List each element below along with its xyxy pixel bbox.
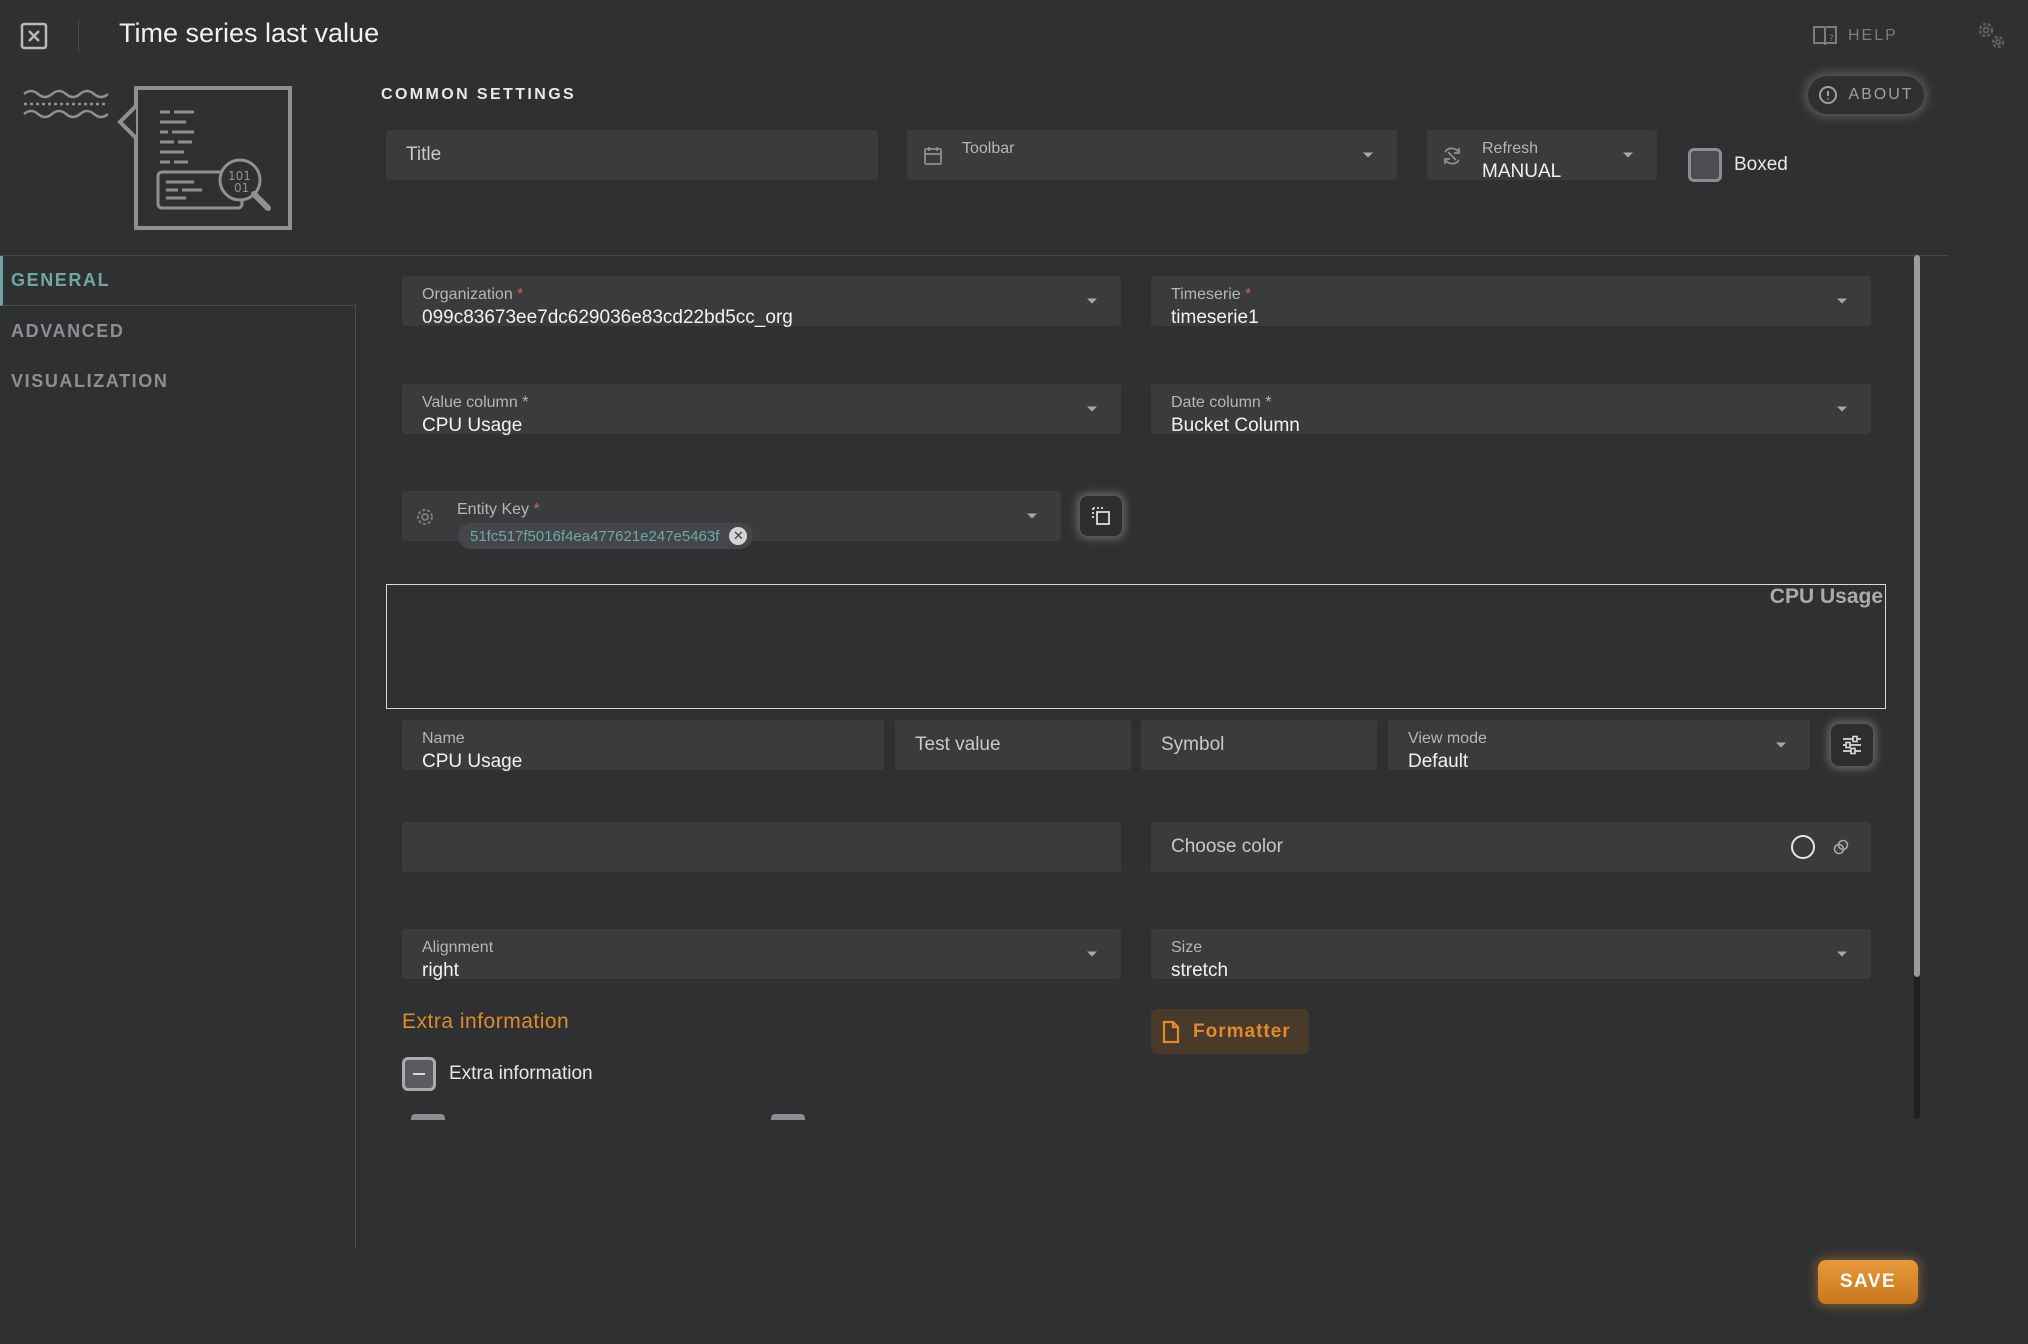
nav-item-label: GENERAL <box>11 270 111 290</box>
organization-value: 099c83673ee7dc629036e83cd22bd5cc_org <box>422 307 793 328</box>
title-placeholder: Title <box>406 144 442 165</box>
date-column-label: Date column * <box>1171 394 1272 411</box>
timeserie-value: timeserie1 <box>1171 307 1259 328</box>
color-picker-icon[interactable] <box>1833 839 1849 855</box>
calendar-icon <box>923 146 943 166</box>
view-mode-label: View mode <box>1408 730 1487 747</box>
file-icon <box>1161 1020 1181 1044</box>
chevron-down-icon <box>1837 951 1847 957</box>
book-help-icon: ? <box>1812 24 1838 48</box>
copy-entity-key-button[interactable] <box>1080 496 1122 536</box>
choose-color-field[interactable]: Choose color <box>1151 822 1871 872</box>
chevron-down-icon <box>1087 298 1097 304</box>
indeterminate-icon <box>413 1073 425 1075</box>
chevron-down-icon <box>1776 742 1786 748</box>
sliders-icon <box>1840 733 1864 757</box>
gears-icon[interactable] <box>1974 18 2008 52</box>
view-mode-value: Default <box>1408 751 1469 772</box>
copy-select-icon <box>1090 505 1112 527</box>
series-settings-button[interactable] <box>1831 724 1873 766</box>
save-button[interactable]: SAVE <box>1818 1260 1918 1304</box>
partial-checkbox[interactable] <box>411 1114 445 1120</box>
series-name-label: Name <box>422 730 465 747</box>
organization-select[interactable]: Organization * 099c83673ee7dc629036e83cd… <box>402 276 1121 328</box>
save-label: SAVE <box>1839 1271 1897 1292</box>
boxed-checkbox[interactable] <box>1688 148 1722 182</box>
nav-item-advanced[interactable]: ADVANCED <box>0 306 356 356</box>
about-button[interactable]: ABOUT <box>1808 76 1924 114</box>
chevron-down-icon <box>1087 951 1097 957</box>
view-mode-select[interactable]: View mode Default <box>1388 720 1810 772</box>
svg-text:?: ? <box>1829 34 1836 44</box>
extra-information-checkbox-label: Extra information <box>449 1063 593 1084</box>
series-name-value: CPU Usage <box>422 751 523 772</box>
help-label: HELP <box>1848 27 1898 44</box>
nav-item-label: VISUALIZATION <box>11 370 169 391</box>
help-button[interactable]: ? HELP <box>1812 22 1898 50</box>
header-divider <box>78 20 79 52</box>
refresh-value: MANUAL <box>1482 161 1562 182</box>
chevron-down-icon <box>1027 513 1037 519</box>
close-icon[interactable] <box>20 22 48 50</box>
svg-text:01: 01 <box>234 181 249 195</box>
empty-input[interactable] <box>402 822 1121 872</box>
timeserie-select[interactable]: Timeserie * timeserie1 <box>1151 276 1871 328</box>
chevron-down-icon <box>1837 406 1847 412</box>
partial-checkbox[interactable] <box>771 1114 805 1120</box>
value-column-value: CPU Usage <box>422 415 523 436</box>
organization-label: Organization * <box>422 286 524 303</box>
chevron-down-icon <box>1087 406 1097 412</box>
toolbar-label: Toolbar <box>962 140 1015 157</box>
timeserie-label: Timeserie * <box>1171 286 1252 303</box>
symbol-placeholder: Symbol <box>1161 734 1225 755</box>
about-label: ABOUT <box>1848 86 1914 103</box>
refresh-select[interactable]: Refresh MANUAL <box>1427 130 1657 182</box>
widget-illustration-icon: 101 01 <box>22 84 300 230</box>
title-input[interactable]: Title <box>386 130 878 180</box>
entity-key-chip-label: 51fc517f5016f4ea477621e247e5463f <box>470 527 720 545</box>
date-column-select[interactable]: Date column * Bucket Column <box>1151 384 1871 436</box>
nav-item-visualization[interactable]: VISUALIZATION <box>0 356 356 406</box>
extra-information-checkbox[interactable] <box>402 1057 436 1091</box>
formatter-label: Formatter <box>1193 1020 1291 1042</box>
refresh-icon <box>1441 145 1463 167</box>
toolbar-select[interactable]: Toolbar <box>907 130 1397 180</box>
preview-title: CPU Usage <box>1769 585 1883 608</box>
color-swatch[interactable] <box>1791 835 1815 859</box>
value-column-select[interactable]: Value column * CPU Usage <box>402 384 1121 436</box>
symbol-input[interactable]: Symbol <box>1141 720 1377 770</box>
gear-icon <box>414 506 436 528</box>
scrollbar-thumb[interactable] <box>1914 255 1920 977</box>
alignment-value: right <box>422 960 459 981</box>
entity-key-label: Entity Key * <box>457 501 540 518</box>
chevron-down-icon <box>1623 152 1633 158</box>
chevron-down-icon <box>1837 298 1847 304</box>
boxed-label: Boxed <box>1734 154 1788 175</box>
entity-key-select[interactable]: Entity Key * 51fc517f5016f4ea477621e247e… <box>402 491 1061 549</box>
size-value: stretch <box>1171 960 1229 981</box>
alignment-label: Alignment <box>422 939 494 956</box>
refresh-label: Refresh <box>1482 140 1539 157</box>
alignment-select[interactable]: Alignment right <box>402 929 1121 981</box>
series-name-input[interactable]: Name CPU Usage <box>402 720 884 772</box>
info-icon <box>1818 85 1838 105</box>
nav-item-general[interactable]: GENERAL <box>0 256 356 306</box>
formatter-button[interactable]: Formatter <box>1151 1009 1309 1054</box>
common-settings-heading: COMMON SETTINGS <box>381 86 577 103</box>
choose-color-label: Choose color <box>1171 836 1283 857</box>
size-select[interactable]: Size stretch <box>1151 929 1871 981</box>
page-title: Time series last value <box>119 18 380 48</box>
entity-key-chip[interactable]: 51fc517f5016f4ea477621e247e5463f ✕ <box>458 523 754 549</box>
chip-remove-icon[interactable]: ✕ <box>729 527 748 545</box>
widget-preview: CPU Usage <box>386 584 1886 709</box>
value-column-label: Value column * <box>422 394 529 411</box>
date-column-value: Bucket Column <box>1171 415 1300 436</box>
nav-item-label: ADVANCED <box>11 320 125 341</box>
size-label: Size <box>1171 939 1203 956</box>
test-value-placeholder: Test value <box>915 734 1001 755</box>
sidebar-divider <box>355 303 356 1249</box>
test-value-input[interactable]: Test value <box>895 720 1131 770</box>
chevron-down-icon <box>1363 152 1373 158</box>
extra-information-heading: Extra information <box>402 1010 570 1033</box>
